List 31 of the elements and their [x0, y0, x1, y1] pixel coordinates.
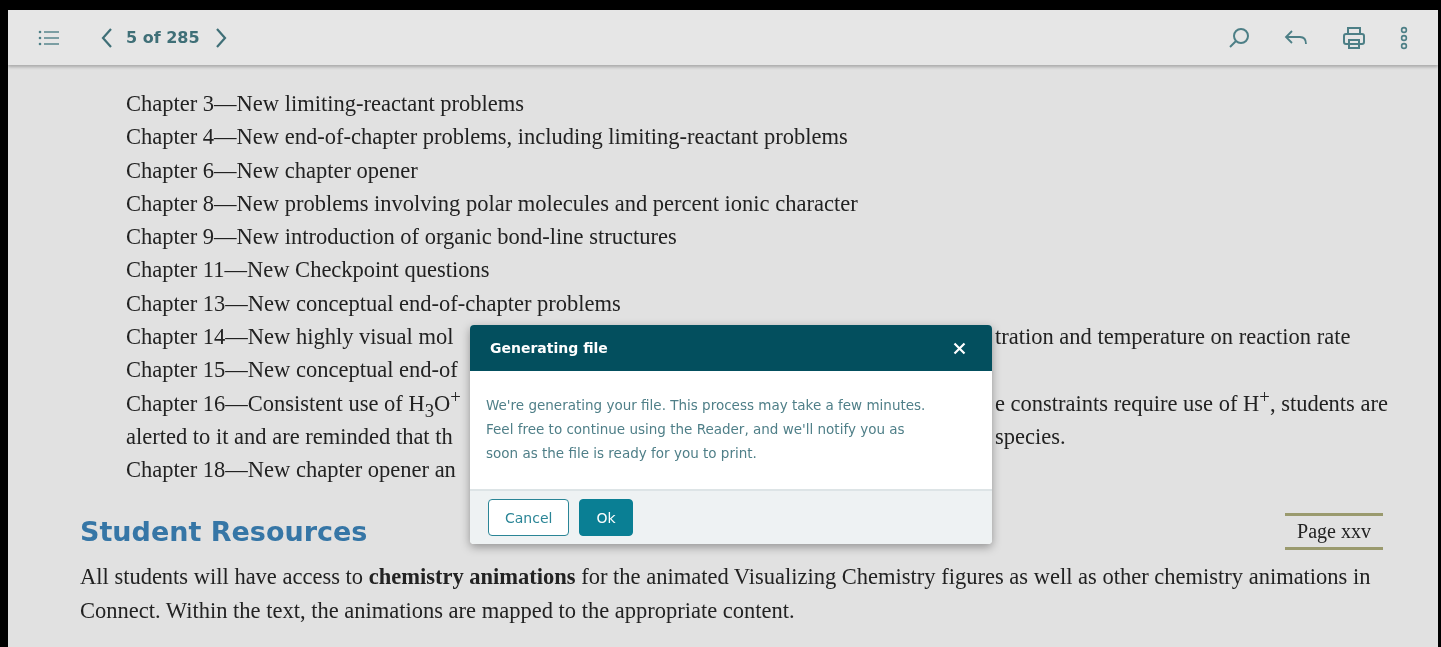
text-line: Chapter 9—New introduction of organic bond-line structures: [126, 223, 677, 252]
text-line: Chapter 15—New conceptual end-of: [126, 356, 458, 385]
chevron-left-icon[interactable]: [100, 26, 114, 49]
close-icon[interactable]: [953, 341, 966, 355]
text-line: Chapter 13—New conceptual end-of-chapter problems: [126, 289, 621, 318]
text-line: Chapter 8—New problems involving polar molecules and percent ionic character: [126, 189, 858, 218]
more-options-icon[interactable]: [1400, 25, 1408, 50]
ok-button[interactable]: Ok: [579, 499, 633, 536]
text-line: e constraints require use of H$^{+}$, students are: [995, 386, 1389, 418]
paragraph: All students will have access to chemistry animations for the animated Visualizing Chemistry figures as well as other chemistry animations in Connect. Within the text, the animations are mapped to the appropriate content.: [80, 562, 1372, 625]
dialog-title: Generating file: [490, 340, 608, 356]
page-indicator: 5 of 285: [126, 28, 200, 47]
list-icon[interactable]: [38, 28, 60, 47]
text-line: Chapter 18—New chapter opener an: [126, 456, 456, 485]
text-line: Chapter 16—Consistent use of H$_{3}$O$^{+}$: [126, 386, 462, 420]
print-icon[interactable]: [1342, 25, 1366, 50]
text-line: alerted to it and are reminded that th: [126, 422, 454, 451]
section-heading: Student Resources: [80, 515, 368, 547]
text-line: Chapter 11—New Checkpoint questions: [126, 256, 490, 285]
text-line: Chapter 14—New highly visual mol: [126, 323, 455, 352]
text-line: tration and temperature on reaction rate: [995, 323, 1352, 352]
back-arrow-icon[interactable]: [1284, 28, 1308, 47]
text-line: Chapter 4—New end-of-chapter problems, including limiting-reactant problems: [126, 123, 848, 152]
cancel-button[interactable]: Cancel: [488, 499, 570, 536]
text-line: Chapter 6—New chapter opener: [126, 156, 418, 185]
text-line: species.: [995, 422, 1067, 451]
search-icon[interactable]: [1228, 26, 1250, 49]
text-line: Chapter 3—New limiting-reactant problems: [126, 90, 524, 118]
chevron-right-icon[interactable]: [213, 26, 228, 49]
dialog-message: We're generating your file. This process may take a few minutes. Feel free to continue using the Reader, and we'll notify you as soon as the file is ready for you to print.: [486, 396, 927, 463]
page-label: Page xxv: [1285, 512, 1383, 550]
